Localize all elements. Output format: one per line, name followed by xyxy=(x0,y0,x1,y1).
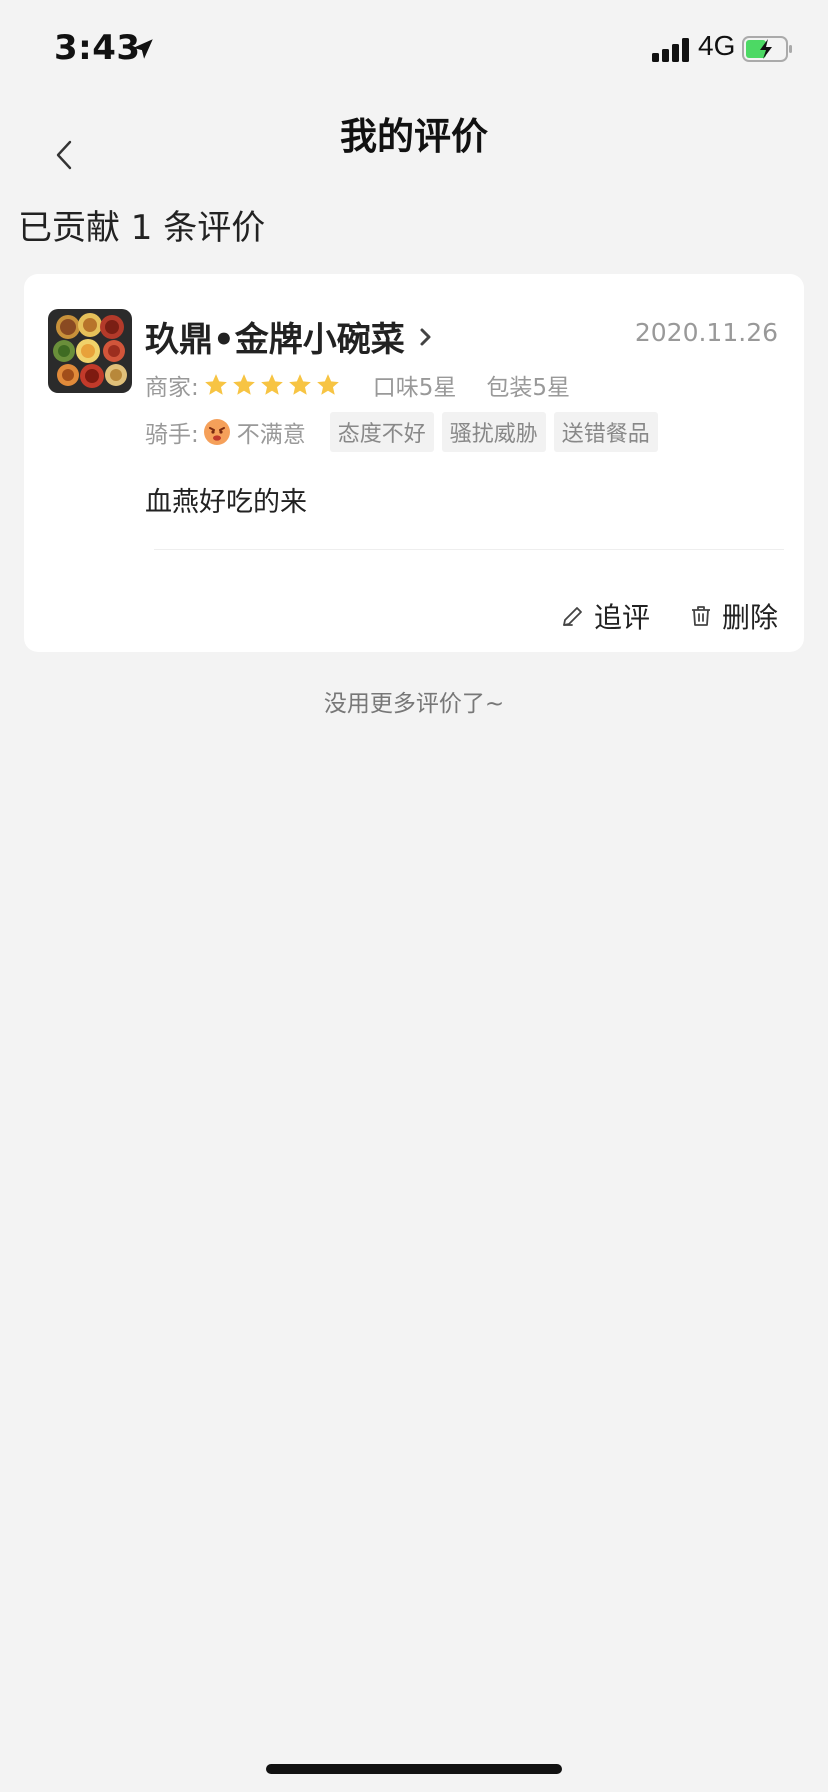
review-actions: 追评 删除 xyxy=(522,596,778,636)
merchant-label: 商家: xyxy=(145,375,199,401)
review-date: 2020.11.26 xyxy=(634,318,778,347)
store-name-link[interactable]: 玖鼎•金牌小碗菜 xyxy=(145,312,435,361)
store-name: 玖鼎•金牌小碗菜 xyxy=(145,320,405,360)
review-card: 玖鼎•金牌小碗菜 2020.11.26 商家: 口味5星 包装5星 骑手: 不满… xyxy=(24,274,804,652)
rider-label: 骑手: xyxy=(145,422,199,448)
star-icon xyxy=(260,374,283,395)
delete-label: 删除 xyxy=(721,601,778,634)
star-icon xyxy=(316,374,339,395)
trash-icon xyxy=(691,606,710,626)
chevron-right-icon xyxy=(420,328,431,345)
page-title: 我的评价 xyxy=(340,115,488,158)
divider xyxy=(154,549,784,550)
rider-tag: 骚扰威胁 xyxy=(441,412,546,452)
review-comment: 血燕好吃的来 xyxy=(145,487,307,518)
star-icon xyxy=(204,374,227,395)
rider-tag: 态度不好 xyxy=(329,412,434,452)
signal-icon xyxy=(652,36,692,62)
rider-rating-row: 骑手: 不满意 态度不好 骚扰威胁 送错餐品 xyxy=(145,412,658,452)
store-thumbnail[interactable] xyxy=(48,309,132,393)
pencil-icon xyxy=(563,607,582,626)
packaging-rating: 包装5星 xyxy=(486,375,571,401)
taste-rating: 口味5星 xyxy=(372,375,457,401)
follow-up-label: 追评 xyxy=(593,601,650,634)
angry-face-icon xyxy=(203,419,230,445)
merchant-stars xyxy=(203,372,343,398)
delete-button[interactable]: 删除 xyxy=(688,596,778,636)
rider-rating: 不满意 xyxy=(236,422,306,448)
status-bar: 3:43 4G xyxy=(0,0,828,100)
network-type: 4G xyxy=(698,30,736,61)
home-indicator[interactable] xyxy=(266,1764,562,1774)
status-time: 3:43 xyxy=(54,28,141,68)
location-arrow-icon xyxy=(133,39,153,59)
merchant-rating-row: 商家: 口味5星 包装5星 xyxy=(145,368,570,402)
rider-tag: 送错餐品 xyxy=(553,412,658,452)
star-icon xyxy=(288,374,311,395)
no-more-reviews-note: 没用更多评价了~ xyxy=(323,691,505,717)
battery-charging-icon xyxy=(742,36,792,62)
star-icon xyxy=(232,374,255,395)
review-count: 已贡献 1 条评价 xyxy=(18,208,266,248)
follow-up-button[interactable]: 追评 xyxy=(560,596,650,636)
